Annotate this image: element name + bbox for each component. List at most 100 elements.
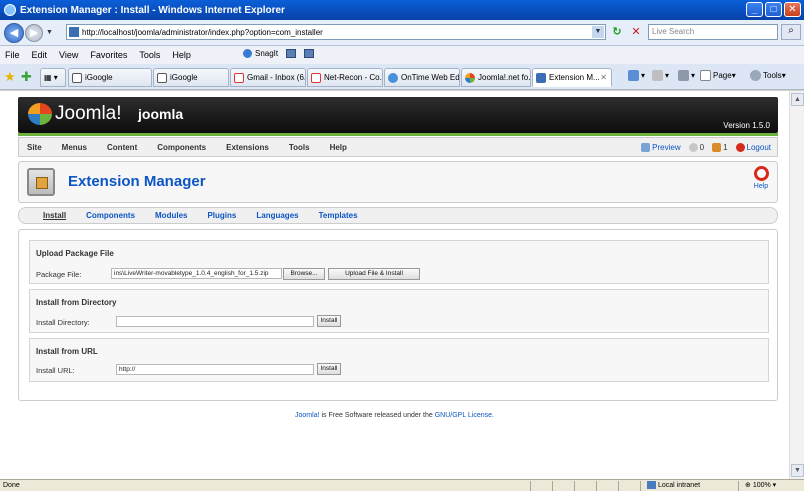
- preview-link[interactable]: Preview: [652, 143, 680, 152]
- scroll-down-icon[interactable]: ▼: [791, 464, 804, 477]
- google-icon: [72, 72, 82, 83]
- snagit-window-icon[interactable]: [286, 49, 297, 58]
- install-url-section: Install from URL Install URL: http:// In…: [29, 338, 769, 382]
- address-dropdown-icon[interactable]: ▼: [592, 26, 604, 38]
- status-bar: Done Local intranet ⊕ 100% ▾: [0, 479, 804, 491]
- page-menu-button[interactable]: Page ▾: [700, 70, 736, 81]
- snagit-label: SnagIt: [255, 49, 279, 58]
- help-button[interactable]: Help: [751, 166, 771, 190]
- browse-button[interactable]: Browse...: [283, 268, 325, 280]
- home-icon: [628, 70, 639, 81]
- stop-icon[interactable]: ✕: [628, 25, 644, 40]
- tab-igoogle-1[interactable]: iGoogle: [68, 68, 152, 87]
- help-label: Help: [753, 183, 769, 190]
- refresh-icon[interactable]: ↻: [609, 25, 625, 40]
- ie-page-icon: [388, 72, 398, 83]
- users-icon: [712, 143, 722, 152]
- install-url-input[interactable]: http://: [116, 364, 314, 375]
- page-menu-label: Page: [713, 71, 732, 80]
- page-toolbar: Extension Manager Help: [18, 161, 778, 203]
- tab-joomla-net[interactable]: Joomla!.net fo...: [461, 68, 531, 87]
- install-directory-heading: Install from Directory: [36, 298, 117, 307]
- admin-menu-help[interactable]: Help: [320, 143, 357, 152]
- back-button[interactable]: ◀: [4, 22, 24, 43]
- joomla-logo-text: Joomla!: [55, 103, 122, 124]
- upload-install-button[interactable]: Upload File & Install: [328, 268, 420, 280]
- snagit-capture-icon[interactable]: [304, 49, 315, 58]
- subnav-plugins[interactable]: Plugins: [197, 211, 246, 220]
- subnav-templates[interactable]: Templates: [309, 211, 368, 220]
- package-file-label: Package File:: [36, 270, 82, 279]
- menu-favorites[interactable]: Favorites: [90, 50, 127, 60]
- history-dropdown-icon[interactable]: ▼: [46, 29, 53, 36]
- zoom-control[interactable]: ⊕ 100% ▾: [745, 481, 776, 489]
- menu-file[interactable]: File: [5, 50, 20, 60]
- install-directory-button[interactable]: Install: [317, 315, 341, 327]
- messages-icon: [688, 143, 698, 152]
- minimize-button[interactable]: _: [746, 2, 763, 17]
- status-divider: [552, 481, 553, 491]
- logout-link[interactable]: Logout: [747, 143, 771, 152]
- tab-igoogle-2[interactable]: iGoogle: [153, 68, 229, 87]
- admin-menu-tools[interactable]: Tools: [279, 143, 320, 152]
- subnav-modules[interactable]: Modules: [145, 211, 197, 220]
- extension-subnav: Install Components Modules Plugins Langu…: [18, 207, 778, 224]
- address-toolbar: ◀ ▶ ▼ http://localhost/joomla/administra…: [0, 20, 804, 46]
- add-favorite-icon[interactable]: ✚: [21, 69, 32, 85]
- menu-view[interactable]: View: [59, 50, 78, 60]
- menu-help[interactable]: Help: [172, 50, 191, 60]
- package-file-input[interactable]: ins\LiveWriter-movabletype_1.0.4_english…: [111, 268, 282, 279]
- admin-menu-content[interactable]: Content: [97, 143, 147, 152]
- address-bar[interactable]: http://localhost/joomla/administrator/in…: [66, 24, 606, 40]
- menu-edit[interactable]: Edit: [32, 50, 48, 60]
- page-title: Extension Manager: [68, 173, 206, 190]
- joomla-logo[interactable]: Joomla!: [28, 103, 122, 125]
- admin-menu-menus[interactable]: Menus: [52, 143, 97, 152]
- forward-button[interactable]: ▶: [25, 23, 43, 42]
- feeds-button[interactable]: ▾: [652, 70, 669, 81]
- footer-license-link[interactable]: GNU/GPL License.: [435, 412, 494, 419]
- subnav-install[interactable]: Install: [19, 211, 76, 220]
- subnav-components[interactable]: Components: [76, 211, 145, 220]
- search-icon[interactable]: ⌕: [781, 24, 801, 40]
- preview-icon: [641, 143, 651, 152]
- users-count[interactable]: 1: [723, 143, 727, 152]
- admin-menu-components[interactable]: Components: [147, 143, 216, 152]
- tab-ontime[interactable]: OnTime Web Edi...: [384, 68, 460, 87]
- status-divider: [640, 481, 641, 491]
- page-icon: [700, 70, 711, 81]
- site-name: joomla: [138, 106, 184, 122]
- live-search-input[interactable]: Live Search: [648, 24, 778, 40]
- intranet-icon: [647, 481, 656, 489]
- footer-text: is Free Software released under the: [319, 412, 435, 419]
- tools-menu-button[interactable]: Tools ▾: [750, 70, 786, 81]
- maximize-button[interactable]: □: [765, 2, 782, 17]
- scroll-up-icon[interactable]: ▲: [791, 93, 804, 106]
- help-lifebuoy-icon: [753, 166, 769, 181]
- favicon-icon: [69, 27, 79, 37]
- quick-tabs-button[interactable]: ▦ ▾: [40, 68, 66, 87]
- print-button[interactable]: ▾: [678, 70, 695, 81]
- address-url[interactable]: http://localhost/joomla/administrator/in…: [82, 28, 323, 37]
- snagit-toolbar[interactable]: SnagIt: [243, 49, 315, 58]
- close-window-button[interactable]: ✕: [784, 2, 801, 17]
- menu-tools[interactable]: Tools: [139, 50, 160, 60]
- home-button[interactable]: ▾: [628, 70, 645, 81]
- vertical-scrollbar[interactable]: ▲ ▼: [789, 91, 804, 479]
- subnav-languages[interactable]: Languages: [246, 211, 308, 220]
- tab-gmail[interactable]: Gmail - Inbox (6...: [230, 68, 306, 87]
- close-tab-icon[interactable]: ✕: [600, 73, 607, 82]
- install-directory-input[interactable]: [116, 316, 314, 327]
- admin-menu-site[interactable]: Site: [19, 143, 52, 152]
- messages-count[interactable]: 0: [700, 143, 704, 152]
- tab-extension-manager[interactable]: Extension M... ✕: [532, 68, 612, 87]
- status-divider: [618, 481, 619, 491]
- status-divider: [530, 481, 531, 491]
- admin-menu-extensions[interactable]: Extensions: [216, 143, 279, 152]
- status-divider: [596, 481, 597, 491]
- favorites-star-icon[interactable]: ★: [4, 69, 16, 85]
- tab-net-recon[interactable]: Net-Recon - Co...: [307, 68, 383, 87]
- footer-joomla-link[interactable]: Joomla!: [295, 412, 320, 419]
- security-zone[interactable]: Local intranet: [647, 481, 700, 489]
- install-url-button[interactable]: Install: [317, 363, 341, 375]
